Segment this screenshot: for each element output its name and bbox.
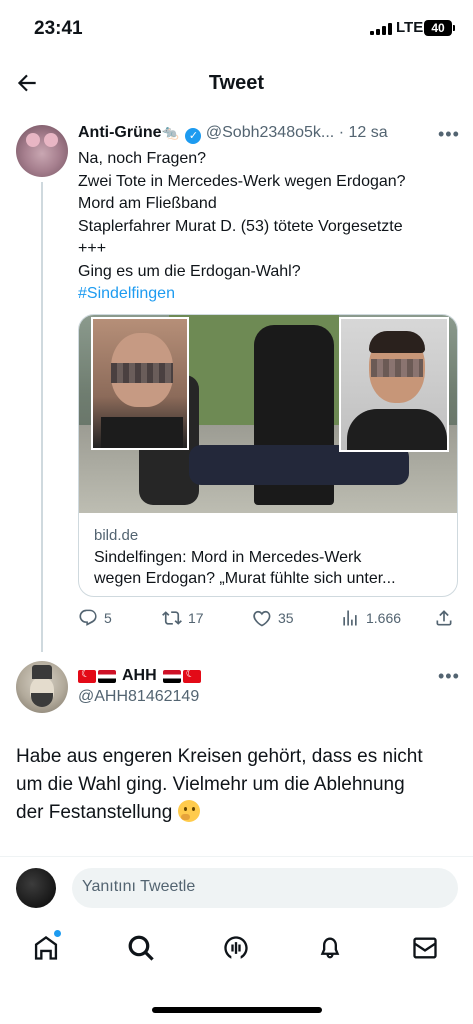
author-handle[interactable]: @Sobh2348o5k... xyxy=(206,124,334,141)
card-image xyxy=(79,315,457,513)
syria-flag-icon xyxy=(98,669,116,683)
thinking-emoji-icon xyxy=(177,800,200,822)
tweet-header: Anti-Grüne🐀 ✓ @Sobh2348o5k... · 12 sa xyxy=(78,124,463,146)
card-title: Sindelfingen: Mord in Mercedes-Werk wege… xyxy=(94,547,449,589)
views-icon xyxy=(343,610,357,626)
views-count: 1.666 xyxy=(366,610,402,626)
reply-button[interactable]: 5 xyxy=(78,606,112,630)
card-title-line: wegen Erdogan? „Murat fühlte sich unter.… xyxy=(94,570,396,587)
verified-icon: ✓ xyxy=(185,128,202,144)
reply-line: der Festanstellung xyxy=(16,802,173,823)
turkey-flag-icon xyxy=(182,669,201,683)
network-type: LTE xyxy=(396,19,424,36)
reply-author-name[interactable]: AHH xyxy=(122,667,157,685)
home-icon[interactable] xyxy=(32,934,62,964)
inset-photo-right xyxy=(339,317,449,452)
header: Tweet xyxy=(0,58,473,110)
author-name[interactable]: Anti-Grüne xyxy=(78,124,162,141)
syria-flag-icon xyxy=(162,669,181,683)
link-card[interactable]: bild.de Sindelfingen: Mord in Mercedes-W… xyxy=(78,314,458,597)
avatar[interactable] xyxy=(16,661,68,713)
reply-author-handle[interactable]: @AHH81462149 xyxy=(78,688,199,706)
status-bar: 23:41 LTE 40 xyxy=(0,0,473,58)
tweet-line: Ging es um die Erdogan-Wahl? xyxy=(78,262,301,280)
avatar xyxy=(16,868,56,908)
like-count: 35 xyxy=(278,610,294,626)
reply-placeholder[interactable]: Yanıtını Tweetle xyxy=(82,878,195,896)
messages-icon[interactable] xyxy=(411,934,441,964)
tweet-line: Mord am Fließband xyxy=(78,195,217,212)
share-button[interactable] xyxy=(434,606,460,630)
tweet-time-separator: · xyxy=(338,124,345,141)
rat-emoji: 🐀 xyxy=(161,124,179,140)
more-icon[interactable]: ••• xyxy=(438,666,460,687)
like-button[interactable]: 35 xyxy=(252,606,294,630)
status-time: 23:41 xyxy=(34,18,83,39)
reply-line: Habe aus engeren Kreisen gehört, dass es… xyxy=(16,746,423,767)
share-icon xyxy=(436,610,452,626)
tweet-line: +++ xyxy=(78,240,107,257)
tab-bar xyxy=(0,930,473,970)
signal-icon xyxy=(370,23,392,35)
card-domain: bild.de xyxy=(94,527,139,544)
reply-count: 5 xyxy=(104,610,112,626)
home-notification-dot xyxy=(54,930,61,937)
heart-icon xyxy=(253,610,271,627)
retweet-icon xyxy=(162,611,182,625)
reply-icon xyxy=(79,609,97,626)
reply-line: um die Wahl ging. Vielmehr um die Ablehn… xyxy=(16,774,405,795)
hashtag-link[interactable]: #Sindelfingen xyxy=(78,283,463,306)
tweet-line: Na, noch Fragen? xyxy=(78,150,207,167)
tweet-time: 12 sa xyxy=(348,124,388,141)
tweet-line: Zwei Tote in Mercedes-Werk wegen Erdogan… xyxy=(78,172,406,190)
tweet-line: Staplerfahrer Murat D. (53) tötete Vorge… xyxy=(78,217,403,235)
avatar[interactable] xyxy=(16,125,68,177)
notifications-icon[interactable] xyxy=(316,934,346,964)
reply-header: AHH xyxy=(78,665,203,687)
inset-photo-left xyxy=(91,317,189,450)
retweet-count: 17 xyxy=(188,610,204,626)
battery-level: 40 xyxy=(431,21,445,35)
divider xyxy=(0,856,473,857)
more-icon[interactable]: ••• xyxy=(438,124,460,145)
reply-compose-bar: Yanıtını Tweetle xyxy=(16,868,458,908)
retweet-button[interactable]: 17 xyxy=(162,606,204,630)
thread-line xyxy=(41,182,43,652)
page-title: Tweet xyxy=(208,72,265,94)
views-button[interactable]: 1.666 xyxy=(340,606,401,630)
home-indicator xyxy=(152,1007,322,1013)
search-icon[interactable] xyxy=(127,934,157,964)
turkey-flag-icon xyxy=(78,669,96,683)
tweet-actions: 5 17 35 1.666 xyxy=(78,606,463,630)
battery-icon: 40 xyxy=(424,20,455,36)
card-title-line: Sindelfingen: Mord in Mercedes-Werk xyxy=(94,549,362,566)
reply-text: Habe aus engeren Kreisen gehört, dass es… xyxy=(16,743,461,827)
spaces-icon[interactable] xyxy=(222,934,252,964)
tweet-text: Na, noch Fragen? Zwei Tote in Mercedes-W… xyxy=(78,148,463,306)
